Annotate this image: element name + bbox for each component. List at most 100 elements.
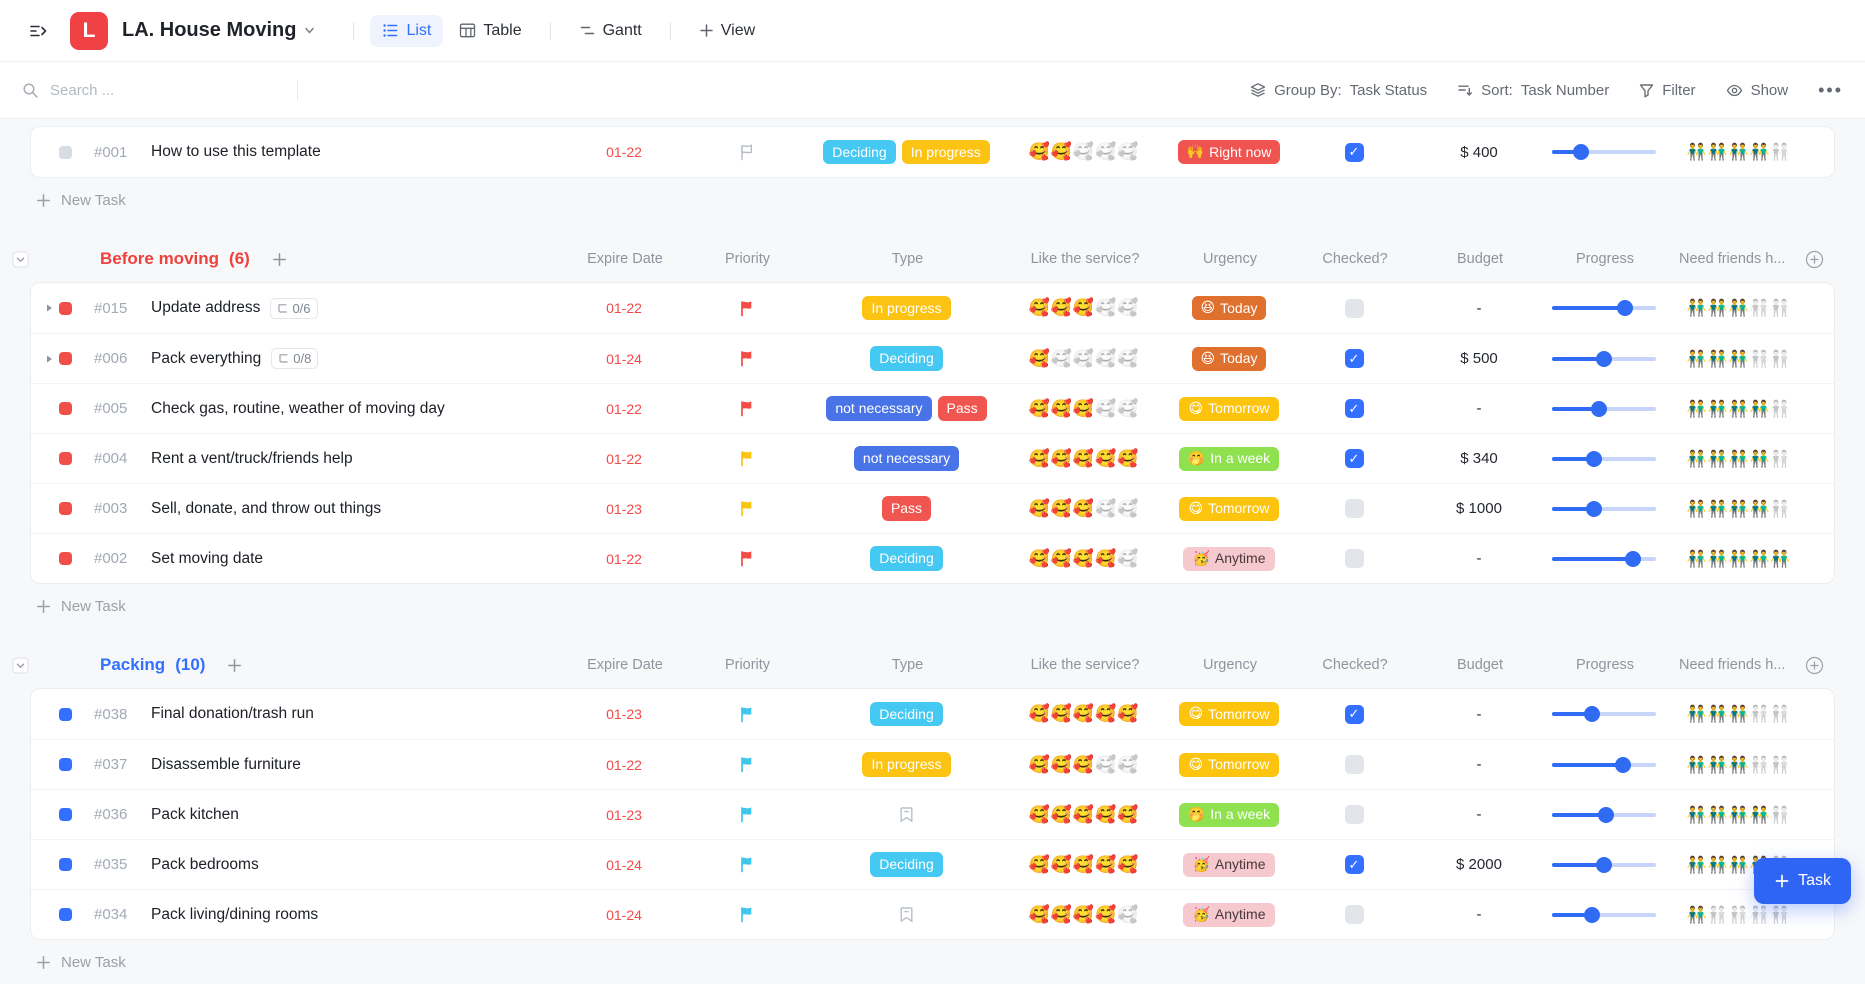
expire-date-cell[interactable]: 01-22 bbox=[564, 401, 684, 417]
friends-rating[interactable]: 👬👬👬👬👬 bbox=[1687, 905, 1812, 925]
expire-date-cell[interactable]: 01-23 bbox=[564, 807, 684, 823]
search-input[interactable] bbox=[48, 81, 272, 100]
like-rating[interactable]: 🥰🥰🥰🥰🥰 bbox=[1029, 298, 1140, 318]
budget-cell[interactable]: - bbox=[1414, 550, 1544, 567]
friends-rating-cell[interactable]: 👬👬👬👬👬 bbox=[1664, 499, 1834, 519]
task-row[interactable]: #002 Set moving date 01-22 Deciding 🥰🥰🥰🥰… bbox=[31, 533, 1834, 583]
like-rating[interactable]: 🥰🥰🥰🥰🥰 bbox=[1029, 449, 1140, 469]
expire-date-cell[interactable]: 01-22 bbox=[564, 300, 684, 316]
like-rating-cell[interactable]: 🥰🥰🥰🥰🥰 bbox=[1004, 349, 1164, 369]
type-cell[interactable]: DecidingIn progress bbox=[809, 140, 1004, 164]
like-rating-cell[interactable]: 🥰🥰🥰🥰🥰 bbox=[1004, 805, 1164, 825]
slider-knob[interactable] bbox=[1615, 757, 1631, 773]
slider-knob[interactable] bbox=[1584, 907, 1600, 923]
sort-control[interactable]: Sort: Task Number bbox=[1457, 82, 1609, 99]
friends-rating-cell[interactable]: 👬👬👬👬👬 bbox=[1664, 298, 1834, 318]
urgency-cell[interactable]: 🥳Anytime bbox=[1164, 547, 1294, 571]
task-name[interactable]: How to use this template bbox=[151, 143, 321, 161]
friends-rating[interactable]: 👬👬👬👬👬 bbox=[1687, 298, 1812, 318]
checkbox[interactable] bbox=[1345, 549, 1364, 568]
like-rating-cell[interactable]: 🥰🥰🥰🥰🥰 bbox=[1004, 449, 1164, 469]
budget-cell[interactable]: $ 1000 bbox=[1414, 500, 1544, 517]
expire-date-cell[interactable]: 01-24 bbox=[564, 351, 684, 367]
task-row[interactable]: #034 Pack living/dining rooms 01-24 🥰🥰🥰🥰… bbox=[31, 889, 1834, 939]
friends-rating[interactable]: 👬👬👬👬👬 bbox=[1687, 704, 1812, 724]
new-task-button[interactable]: New Task bbox=[30, 584, 1835, 628]
budget-cell[interactable]: $ 400 bbox=[1414, 144, 1544, 161]
type-badge[interactable]: Deciding bbox=[870, 346, 942, 370]
new-task-button[interactable]: New Task bbox=[30, 178, 1835, 222]
progress-slider[interactable] bbox=[1552, 856, 1656, 874]
priority-flag-icon[interactable] bbox=[684, 856, 809, 873]
friends-rating-cell[interactable]: 👬👬👬👬👬 bbox=[1664, 549, 1834, 569]
new-task-button[interactable]: New Task bbox=[30, 940, 1835, 984]
priority-flag-icon[interactable] bbox=[684, 500, 809, 517]
type-badge[interactable]: In progress bbox=[862, 296, 950, 320]
type-cell[interactable]: Deciding bbox=[809, 852, 1004, 876]
tab-list[interactable]: List bbox=[370, 15, 443, 47]
progress-slider[interactable] bbox=[1552, 500, 1656, 518]
task-row[interactable]: #035 Pack bedrooms 01-24 Deciding 🥰🥰🥰🥰🥰 … bbox=[31, 839, 1834, 889]
type-badge[interactable]: Deciding bbox=[823, 140, 895, 164]
task-name[interactable]: Pack everything bbox=[151, 350, 261, 368]
add-task-to-group-icon[interactable] bbox=[272, 252, 287, 267]
urgency-cell[interactable]: 🙌Right now bbox=[1164, 140, 1294, 164]
type-cell[interactable]: In progress bbox=[809, 752, 1004, 776]
priority-flag-icon[interactable] bbox=[684, 906, 809, 923]
show-control[interactable]: Show bbox=[1726, 82, 1789, 99]
add-task-fab[interactable]: Task bbox=[1754, 858, 1851, 904]
progress-slider[interactable] bbox=[1552, 350, 1656, 368]
urgency-cell[interactable]: 😆Today bbox=[1164, 347, 1294, 371]
type-cell[interactable]: not necessary Pass bbox=[809, 396, 1004, 420]
checkbox[interactable]: ✓ bbox=[1345, 143, 1364, 162]
like-rating[interactable]: 🥰🥰🥰🥰🥰 bbox=[1029, 855, 1140, 875]
task-name[interactable]: Sell, donate, and throw out things bbox=[151, 500, 381, 518]
checkbox[interactable] bbox=[1345, 299, 1364, 318]
progress-slider[interactable] bbox=[1552, 550, 1656, 568]
expire-date-cell[interactable]: 01-22 bbox=[564, 451, 684, 467]
urgency-cell[interactable]: 🤭In a week bbox=[1164, 447, 1294, 471]
checkbox[interactable] bbox=[1345, 805, 1364, 824]
friends-rating-cell[interactable]: 👬👬👬👬👬 bbox=[1664, 905, 1834, 925]
friends-rating[interactable]: 👬👬👬👬👬 bbox=[1687, 349, 1812, 369]
task-row[interactable]: #006 Pack everything 0/8 01-24 Deciding … bbox=[31, 333, 1834, 383]
budget-cell[interactable]: - bbox=[1414, 906, 1544, 923]
type-cell[interactable] bbox=[809, 806, 1004, 823]
slider-knob[interactable] bbox=[1584, 706, 1600, 722]
like-rating[interactable]: 🥰🥰🥰🥰🥰 bbox=[1029, 704, 1140, 724]
budget-cell[interactable]: $ 500 bbox=[1414, 350, 1544, 367]
type-badge[interactable]: Pass bbox=[882, 496, 931, 520]
add-task-to-group-icon[interactable] bbox=[227, 658, 242, 673]
urgency-cell[interactable]: 🥳Anytime bbox=[1164, 853, 1294, 877]
checkbox[interactable] bbox=[1345, 499, 1364, 518]
checkbox[interactable]: ✓ bbox=[1345, 705, 1364, 724]
progress-slider[interactable] bbox=[1552, 705, 1656, 723]
type-badge[interactable]: Pass bbox=[938, 396, 987, 420]
friends-rating[interactable]: 👬👬👬👬👬 bbox=[1687, 805, 1812, 825]
bookmark-icon[interactable] bbox=[899, 806, 914, 823]
priority-flag-icon[interactable] bbox=[684, 300, 809, 317]
checkbox[interactable]: ✓ bbox=[1345, 449, 1364, 468]
type-badge[interactable]: not necessary bbox=[826, 396, 931, 420]
tab-table[interactable]: Table bbox=[447, 15, 533, 47]
type-cell[interactable]: Pass bbox=[809, 496, 1004, 520]
like-rating-cell[interactable]: 🥰🥰🥰🥰🥰 bbox=[1004, 549, 1164, 569]
task-name[interactable]: Set moving date bbox=[151, 550, 263, 568]
type-cell[interactable]: not necessary bbox=[809, 446, 1004, 470]
page-title[interactable]: LA. House Moving bbox=[122, 19, 315, 42]
like-rating[interactable]: 🥰🥰🥰🥰🥰 bbox=[1029, 755, 1140, 775]
add-field-icon[interactable] bbox=[1805, 250, 1824, 269]
checkbox[interactable]: ✓ bbox=[1345, 349, 1364, 368]
budget-cell[interactable]: - bbox=[1414, 400, 1544, 417]
friends-rating[interactable]: 👬👬👬👬👬 bbox=[1687, 549, 1812, 569]
expire-date-cell[interactable]: 01-23 bbox=[564, 706, 684, 722]
expire-date-cell[interactable]: 01-24 bbox=[564, 857, 684, 873]
collapse-group-icon[interactable] bbox=[12, 657, 29, 674]
slider-knob[interactable] bbox=[1586, 451, 1602, 467]
like-rating-cell[interactable]: 🥰🥰🥰🥰🥰 bbox=[1004, 905, 1164, 925]
progress-slider[interactable] bbox=[1552, 450, 1656, 468]
task-name[interactable]: Update address bbox=[151, 299, 260, 317]
progress-slider[interactable] bbox=[1552, 299, 1656, 317]
type-cell[interactable] bbox=[809, 906, 1004, 923]
friends-rating[interactable]: 👬👬👬👬👬 bbox=[1687, 142, 1812, 162]
